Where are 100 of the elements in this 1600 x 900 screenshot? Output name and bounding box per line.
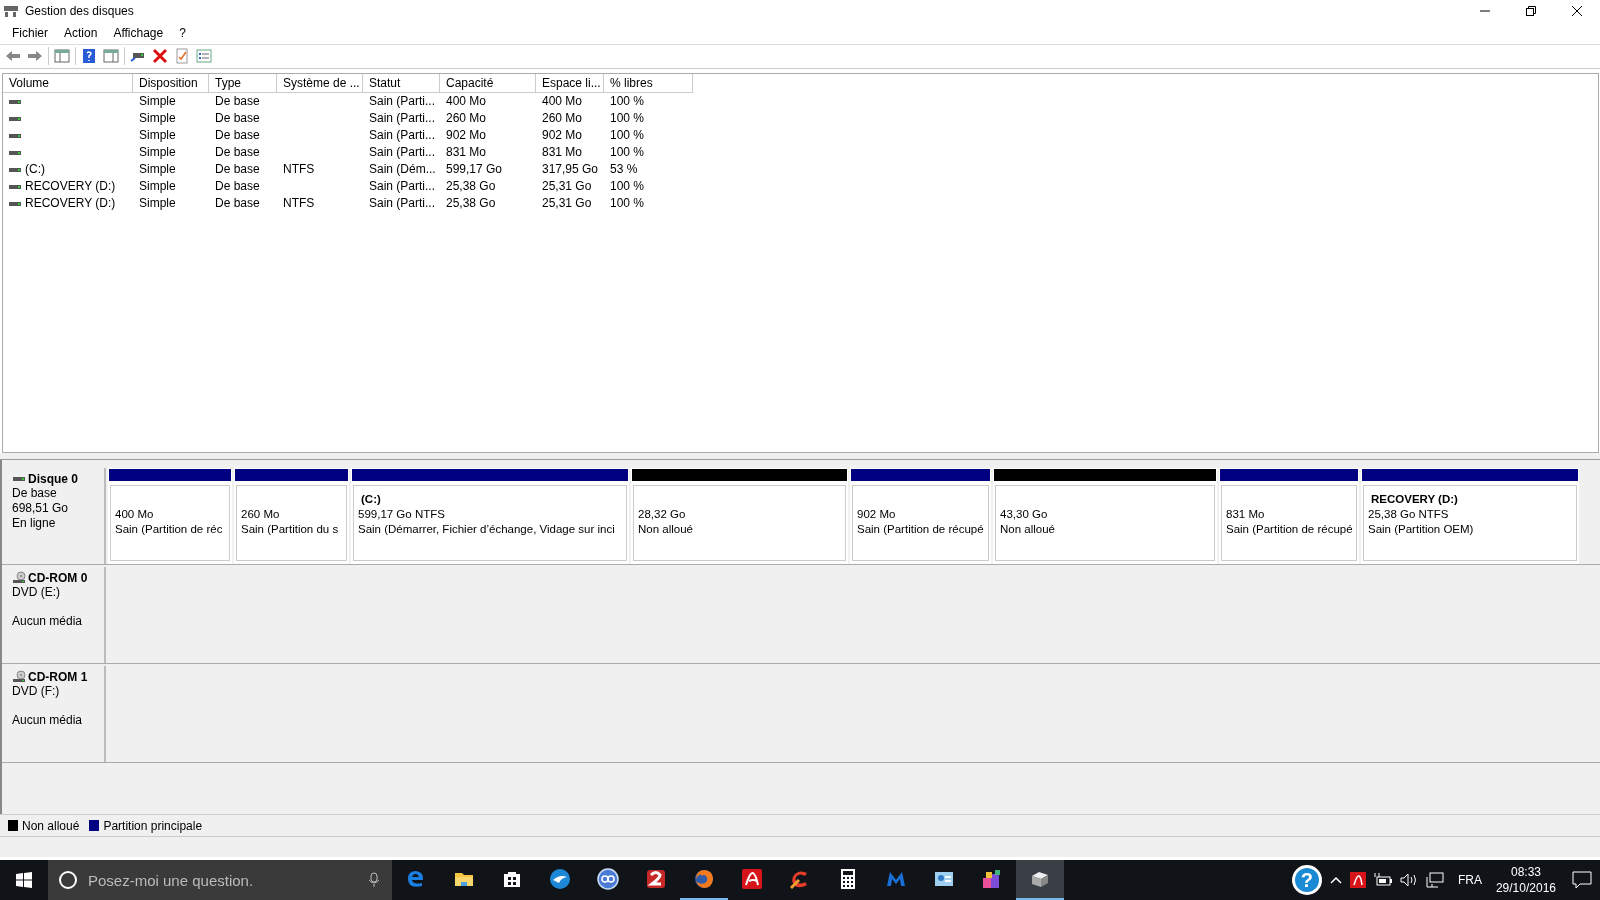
table-cell-text: NTFS — [282, 161, 316, 179]
help-button[interactable]: ? — [1291, 865, 1322, 895]
toolbar-button[interactable] — [173, 47, 191, 66]
partition-status: Sain (Partition OEM) — [1368, 521, 1475, 537]
battery-icon[interactable] — [1373, 873, 1392, 887]
menu-item[interactable]: Affichage — [105, 22, 172, 43]
column-header[interactable]: Système de ... — [277, 74, 363, 94]
table-cell-text: De base — [214, 195, 261, 213]
window-panel-icon — [103, 48, 119, 65]
partition-status: Sain (Démarrer, Fichier d’échange, Vidage sur inci — [358, 521, 616, 537]
partition-block[interactable]: 43,30 Go Non alloué — [995, 484, 1215, 561]
app-icon — [3, 4, 19, 18]
taskbar-button[interactable] — [1016, 860, 1064, 900]
numeral-badge-icon — [645, 868, 667, 890]
partition-size: 260 Mo — [241, 506, 281, 522]
speaker-icon[interactable] — [1399, 872, 1418, 888]
table-cell: RECOVERY (D:) — [25, 178, 116, 196]
partition-size: 25,38 Go NTFS — [1368, 506, 1450, 522]
menu-item[interactable]: Action — [56, 22, 106, 43]
windows-logo-icon — [16, 872, 32, 888]
drive-label: DVD (F:) — [12, 683, 61, 699]
table-cell: RECOVERY (D:) — [25, 195, 116, 213]
column-header[interactable]: Type — [209, 74, 277, 94]
partition-block[interactable]: 831 Mo Sain (Partition de récupé — [1221, 484, 1357, 561]
table-cell-text: De base — [214, 161, 261, 179]
clock-time[interactable]: 08:33 — [1510, 864, 1541, 880]
table-cell-text: 100 % — [609, 178, 646, 196]
partition-status: Sain (Partition de récupé — [857, 521, 984, 537]
table-cell-text: De base — [214, 93, 261, 111]
notification-icon[interactable] — [1572, 871, 1592, 889]
table-cell-text: 831 Mo — [541, 144, 584, 162]
table-cell-text: Simple — [138, 178, 177, 196]
table-cell-text: 400 Mo — [445, 93, 488, 111]
partition-block[interactable]: RECOVERY (D:) 25,38 Go NTFS Sain (Partition OEM) — [1363, 484, 1577, 561]
table-cell-text: Sain (Parti... — [368, 144, 437, 162]
partition-block[interactable]: 28,32 Go Non alloué — [633, 484, 846, 561]
delete-icon — [152, 48, 168, 65]
circle-icon — [58, 870, 78, 890]
table-cell-text: 902 Mo — [541, 127, 584, 145]
optical-drive-icon — [12, 669, 26, 684]
table-cell-text: 25,38 Go — [445, 178, 497, 196]
search-field[interactable]: Posez-moi une question. — [86, 870, 360, 890]
table-cell-text: 260 Mo — [445, 110, 488, 128]
microphone-icon — [368, 872, 380, 888]
partition-size: 599,17 Go NTFS — [358, 506, 446, 522]
search-box[interactable]: Posez-moi une question. — [48, 860, 392, 900]
table-cell-text: Sain (Parti... — [368, 195, 437, 213]
toolbar-button[interactable] — [151, 47, 169, 66]
clock-date[interactable]: 29/10/2016 — [1495, 880, 1556, 896]
column-header[interactable]: Espace li... — [536, 74, 604, 94]
menu-item[interactable]: ? — [171, 22, 194, 43]
toolbar-button[interactable] — [195, 47, 213, 66]
table-cell-text: NTFS — [282, 195, 316, 213]
close-icon — [1572, 6, 1582, 16]
table-cell: (C:) — [25, 161, 45, 179]
table-cell-text: Sain (Parti... — [368, 127, 437, 145]
window-title: Gestion des disques — [25, 4, 135, 18]
legend-label: Partition principale — [103, 818, 203, 833]
column-header[interactable]: Statut — [363, 74, 440, 94]
partition-block[interactable]: 902 Mo Sain (Partition de récupé — [852, 484, 989, 561]
restore-icon — [1526, 6, 1536, 16]
partition-size: 902 Mo — [857, 506, 897, 522]
disk-name: CD-ROM 1 — [28, 669, 88, 684]
partition-size: 43,30 Go — [1000, 506, 1049, 522]
disk-status: Aucun média — [12, 613, 84, 629]
network-icon[interactable] — [1425, 872, 1444, 888]
table-cell-text: 400 Mo — [541, 93, 584, 111]
partition-status: Sain (Partition de récupé — [1226, 521, 1352, 537]
partition-block[interactable]: 400 Mo Sain (Partition de réc — [110, 484, 230, 561]
partition-size: 831 Mo — [1226, 506, 1266, 522]
partition-block[interactable]: (C:) 599,17 Go NTFS Sain (Démarrer, Fichier d’échange, Vidage sur inci — [353, 484, 627, 561]
window-panel-icon — [54, 48, 70, 65]
column-header[interactable]: % libres — [604, 74, 693, 94]
menu-item[interactable]: Fichier — [4, 22, 56, 43]
column-header[interactable]: Volume — [3, 74, 133, 94]
table-cell-text: Simple — [138, 161, 177, 179]
partition-size: 28,32 Go — [638, 506, 687, 522]
table-cell-text: 260 Mo — [541, 110, 584, 128]
partition-block[interactable]: 260 Mo Sain (Partition du s — [236, 484, 347, 561]
table-cell-text: Simple — [138, 195, 177, 213]
double-circle-logo-icon — [597, 868, 619, 890]
table-cell-text: Simple — [138, 144, 177, 162]
table-cell-text: 902 Mo — [445, 127, 488, 145]
table-cell-text: 100 % — [609, 110, 646, 128]
table-cell-text: 831 Mo — [445, 144, 488, 162]
table-cell-text: Simple — [138, 127, 177, 145]
chevron-up-icon[interactable] — [1329, 876, 1342, 884]
disk-status: Aucun média — [12, 712, 84, 728]
disk-status: En ligne — [12, 515, 57, 531]
table-cell-text: De base — [214, 178, 261, 196]
toolbar-button[interactable] — [80, 47, 98, 66]
properties-icon — [196, 48, 212, 65]
optical-drive-icon — [12, 570, 26, 585]
partition-title: RECOVERY (D:) — [1370, 491, 1459, 507]
language-indicator[interactable]: FRA — [1457, 873, 1482, 887]
table-cell-text: 317,95 Go — [541, 161, 600, 179]
legend-label: Non alloué — [22, 818, 80, 833]
table-cell-text: De base — [214, 127, 261, 145]
column-header[interactable]: Capacité — [440, 74, 536, 94]
column-header[interactable]: Disposition — [133, 74, 209, 94]
